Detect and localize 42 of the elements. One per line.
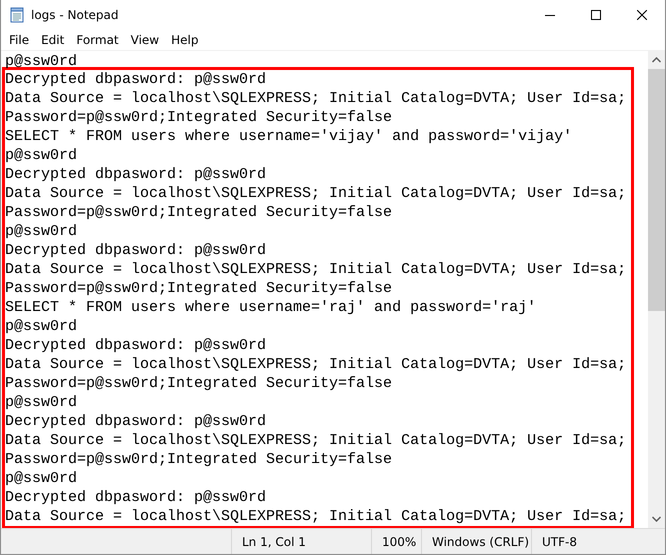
text-line: Decrypted dbpasword: p@ssw0rd (5, 165, 268, 184)
text-line: Decrypted dbpasword: p@ssw0rd (5, 70, 268, 89)
text-line: Data Source = localhost\SQLEXPRESS; Initial Catalog=DVTA; User Id=sa; (5, 431, 628, 450)
text-line: Decrypted dbpasword: p@ssw0rd (5, 336, 268, 355)
close-icon (637, 10, 647, 20)
text-line: Data Source = localhost\SQLEXPRESS; Initial Catalog=DVTA; User Id=sa; (5, 184, 628, 203)
text-line: Decrypted dbpasword: p@ssw0rd (5, 241, 268, 260)
menu-item[interactable]: Format (70, 32, 125, 48)
text-line: SELECT * FROM users where username='raj' and password='raj' (5, 298, 538, 317)
maximize-icon (591, 10, 601, 20)
text-line: Data Source = localhost\SQLEXPRESS; Initial Catalog=DVTA; User Id=sa; (5, 355, 628, 374)
text-line: p@ssw0rd (5, 317, 78, 336)
text-line: Data Source = localhost\SQLEXPRESS; Initial Catalog=DVTA; User Id=sa; (5, 507, 628, 526)
scrollbar-thumb[interactable] (648, 69, 665, 311)
menu-item[interactable]: Help (165, 32, 204, 48)
encoding: UTF-8 (542, 534, 577, 548)
text-line: p@ssw0rd (5, 52, 78, 71)
menu-item[interactable]: View (124, 32, 166, 48)
text-line: Password=p@ssw0rd;Integrated Security=false (5, 374, 394, 393)
text-line: Password=p@ssw0rd;Integrated Security=false (5, 450, 394, 469)
text-line: p@ssw0rd (5, 222, 78, 241)
menu-item[interactable]: File (3, 32, 36, 48)
text-line: Decrypted dbpasword: p@ssw0rd (5, 488, 268, 507)
window-title: logs - Notepad (31, 8, 118, 22)
scroll-down-icon (652, 516, 661, 522)
text-line: Decrypted dbpasword: p@ssw0rd (5, 412, 268, 431)
notepad-icon (9, 7, 25, 23)
text-line: p@ssw0rd (5, 146, 78, 165)
scroll-up-icon (652, 57, 661, 63)
text-line: Data Source = localhost\SQLEXPRESS; Initial Catalog=DVTA; User Id=sa; (5, 260, 628, 279)
line-endings: Windows (CRLF) (432, 534, 530, 548)
text-line: Password=p@ssw0rd;Integrated Security=false (5, 108, 394, 127)
text-line: p@ssw0rd (5, 469, 78, 488)
text-line: SELECT * FROM users where username='vijay' and password='vijay' (5, 127, 574, 146)
text-line: p@ssw0rd (5, 393, 78, 412)
menu-item[interactable]: Edit (35, 32, 70, 48)
cursor-position: Ln 1, Col 1 (242, 534, 306, 548)
text-line: Password=p@ssw0rd;Integrated Security=false (5, 203, 394, 222)
text-line: Password=p@ssw0rd;Integrated Security=false (5, 279, 394, 298)
vertical-scrollbar[interactable] (648, 51, 665, 528)
zoom-level: 100% (382, 534, 416, 548)
text-line: Data Source = localhost\SQLEXPRESS; Initial Catalog=DVTA; User Id=sa; (5, 89, 628, 108)
